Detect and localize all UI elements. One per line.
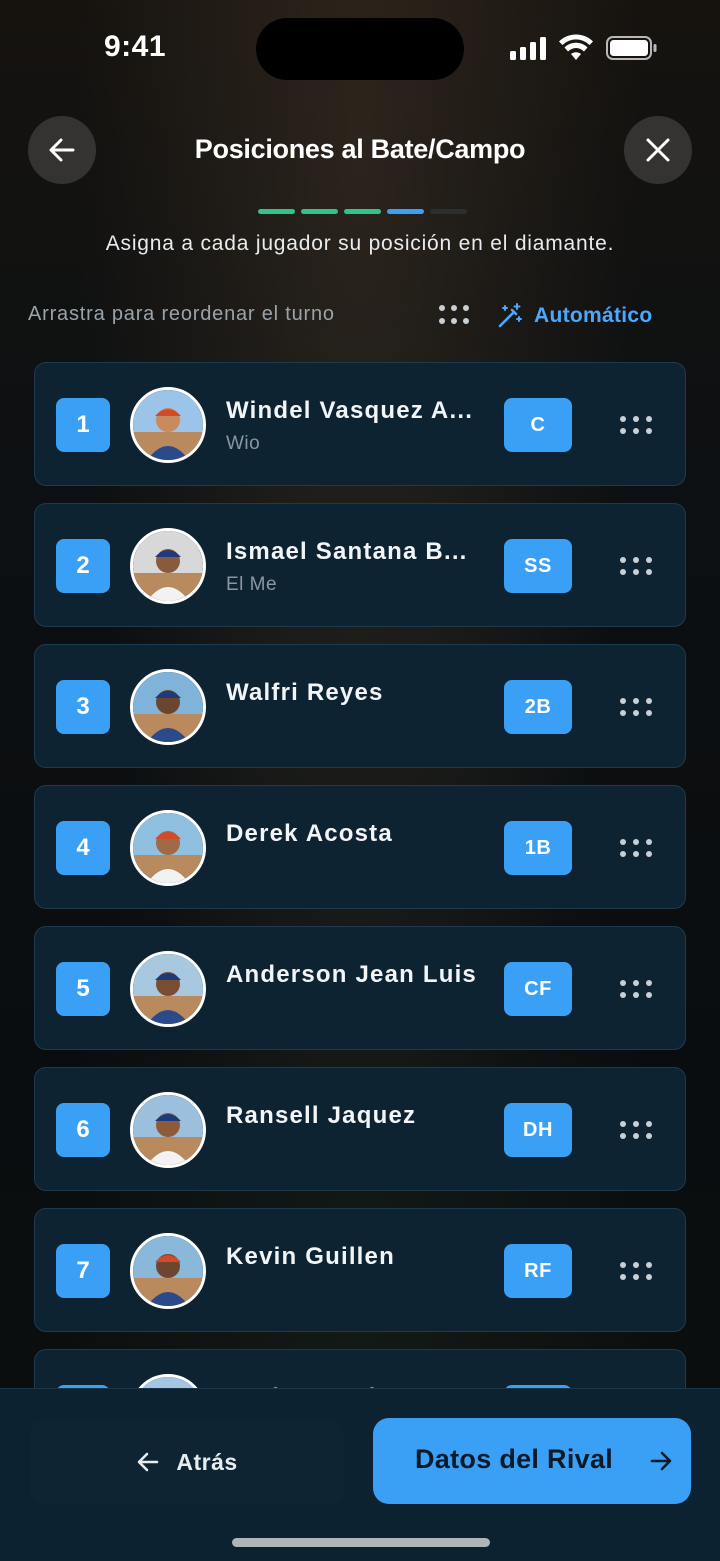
batting-order-badge[interactable]: 3	[56, 680, 110, 734]
player-card[interactable]: 6 Ransell Jaquez DH	[34, 1067, 686, 1191]
player-card[interactable]: 1 Windel Vasquez A... Wio C	[34, 362, 686, 486]
player-name: Kevin Guillen	[226, 1243, 395, 1270]
cellular-signal-icon	[510, 36, 546, 60]
player-name: Ransell Jaquez	[226, 1102, 417, 1129]
step-progress	[258, 209, 467, 214]
drag-handle-icon[interactable]	[619, 1120, 653, 1140]
drag-handle-icon[interactable]	[619, 979, 653, 999]
drag-handle-icon[interactable]	[619, 1261, 653, 1281]
status-time: 9:41	[104, 30, 167, 63]
player-nickname: Wio	[226, 433, 261, 454]
footer-actions: Atrás Datos del Rival	[0, 1388, 720, 1561]
field-position-badge[interactable]: 2B	[504, 680, 572, 734]
batting-order-badge[interactable]: 1	[56, 398, 110, 452]
auto-assign-label: Automático	[534, 304, 653, 327]
player-avatar	[130, 951, 206, 1027]
batting-order-badge[interactable]: 5	[56, 962, 110, 1016]
player-name: Windel Vasquez A...	[226, 397, 474, 424]
progress-segment	[430, 209, 467, 214]
batting-order-badge[interactable]: 6	[56, 1103, 110, 1157]
player-card[interactable]: 3 Walfri Reyes 2B	[34, 644, 686, 768]
battery-icon	[606, 36, 657, 60]
player-card[interactable]: 7 Kevin Guillen RF	[34, 1208, 686, 1332]
header: Posiciones al Bate/Campo	[0, 116, 720, 184]
close-icon	[646, 138, 670, 162]
player-card[interactable]: 4 Derek Acosta 1B	[34, 785, 686, 909]
previous-step-button[interactable]: Atrás	[30, 1419, 344, 1505]
batting-order-badge[interactable]: 4	[56, 821, 110, 875]
drag-handle-icon[interactable]	[619, 697, 653, 717]
list-toolbar: Arrastra para reordenar el turno Automát…	[28, 300, 668, 332]
wifi-icon	[559, 34, 593, 60]
field-position-badge[interactable]: CF	[504, 962, 572, 1016]
dynamic-island	[256, 18, 464, 80]
player-avatar	[130, 669, 206, 745]
player-avatar	[130, 1233, 206, 1309]
arrow-right-icon	[650, 1451, 672, 1471]
status-bar: 9:41	[0, 0, 720, 100]
player-avatar	[130, 810, 206, 886]
arrow-left-icon	[138, 1452, 159, 1472]
drag-handle-icon[interactable]	[619, 415, 653, 435]
player-avatar	[130, 1092, 206, 1168]
magic-wand-icon	[498, 303, 522, 328]
player-card[interactable]: 2 Ismael Santana B... El Me SS	[34, 503, 686, 627]
player-name: Walfri Reyes	[226, 679, 384, 706]
batting-order-badge[interactable]: 7	[56, 1244, 110, 1298]
field-position-badge[interactable]: C	[504, 398, 572, 452]
player-card[interactable]: 8 Marito Sand...	[34, 1349, 686, 1388]
instructions-text: Asigna a cada jugador su posición en el …	[105, 232, 615, 255]
player-card[interactable]: 5 Anderson Jean Luis CF	[34, 926, 686, 1050]
player-name: Anderson Jean Luis	[226, 961, 477, 988]
player-avatar	[130, 387, 206, 463]
field-position-badge[interactable]: SS	[504, 539, 572, 593]
progress-segment	[301, 209, 338, 214]
batting-order-list[interactable]: 1 Windel Vasquez A... Wio C 2 Ismael San…	[34, 362, 686, 1388]
player-name: Ismael Santana B...	[226, 538, 468, 565]
next-step-button[interactable]: Datos del Rival	[373, 1418, 691, 1504]
drag-handle-icon[interactable]	[619, 838, 653, 858]
reorder-hint: Arrastra para reordenar el turno	[28, 303, 335, 325]
progress-segment	[344, 209, 381, 214]
player-name: Derek Acosta	[226, 820, 393, 847]
drag-handle-icon[interactable]	[619, 556, 653, 576]
grid-dots-icon[interactable]	[438, 304, 470, 326]
player-avatar	[130, 528, 206, 604]
field-position-badge[interactable]: RF	[504, 1244, 572, 1298]
auto-assign-button[interactable]: Automático	[496, 300, 653, 332]
batting-order-badge[interactable]: 2	[56, 539, 110, 593]
progress-segment	[258, 209, 295, 214]
player-nickname: El Me	[226, 574, 278, 595]
previous-step-label: Atrás	[176, 1448, 238, 1475]
player-avatar	[130, 1374, 206, 1388]
field-position-badge[interactable]: 1B	[504, 821, 572, 875]
next-step-label: Datos del Rival	[415, 1444, 614, 1474]
field-position-badge[interactable]: DH	[504, 1103, 572, 1157]
page-title: Posiciones al Bate/Campo	[194, 134, 526, 164]
progress-segment	[387, 209, 424, 214]
close-button[interactable]	[624, 116, 692, 184]
home-indicator	[232, 1538, 490, 1547]
